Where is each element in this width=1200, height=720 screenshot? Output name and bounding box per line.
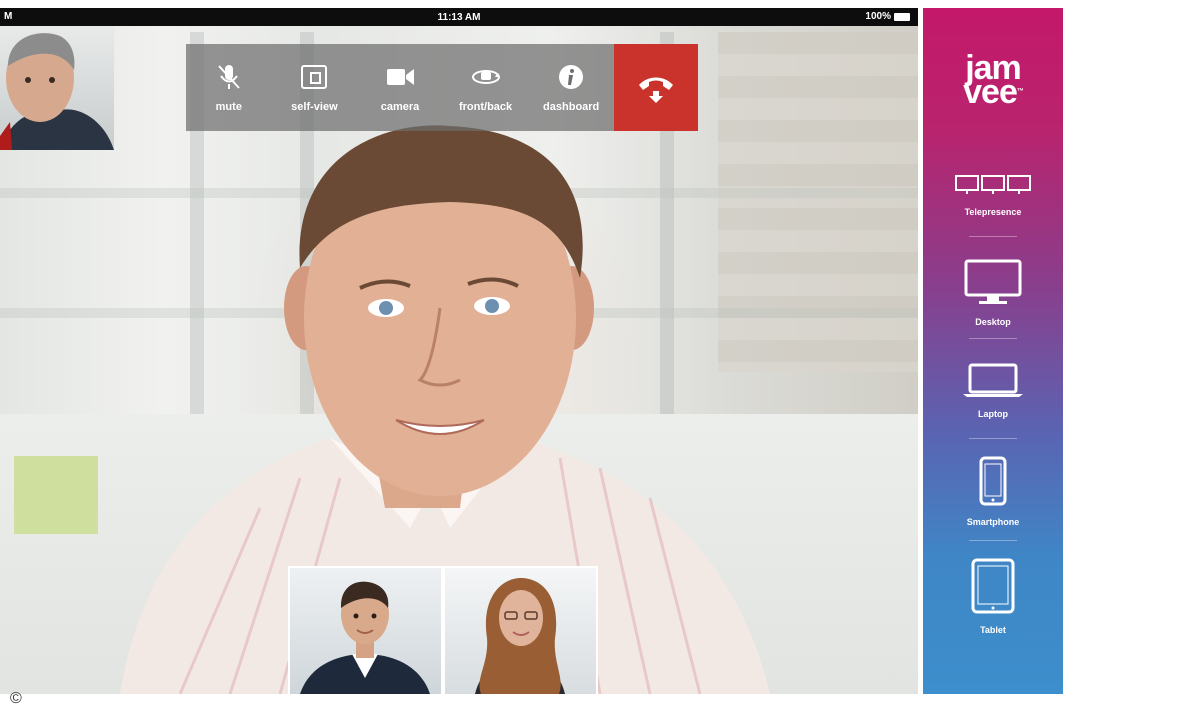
telepresence-icon xyxy=(955,175,1031,194)
self-view-label: self-view xyxy=(291,100,338,113)
device-smartphone[interactable]: Smartphone xyxy=(923,456,1063,530)
front-back-button[interactable]: front/back xyxy=(443,44,529,131)
mute-button[interactable]: mute xyxy=(186,44,272,131)
participant-strip xyxy=(288,566,598,694)
participant-video xyxy=(300,581,430,694)
device-label: Tablet xyxy=(980,625,1006,635)
status-time: 11:13 AM xyxy=(437,11,481,23)
status-bar: M 11:13 AM 100% xyxy=(0,8,918,26)
video-camera-icon xyxy=(386,68,414,85)
info-icon xyxy=(559,64,584,89)
logo-trademark: ™ xyxy=(1016,88,1024,95)
self-view-button[interactable]: self-view xyxy=(272,44,358,131)
sidebar-divider xyxy=(969,438,1017,439)
smartphone-icon xyxy=(979,456,1007,506)
device-desktop[interactable]: Desktop xyxy=(923,258,1063,330)
sidebar-divider xyxy=(969,540,1017,541)
remote-participant-thumbnail[interactable] xyxy=(0,26,114,150)
mute-label: mute xyxy=(215,100,242,113)
jamvee-sidebar: jam vee™ Telepresence Desktop Laptop Sma… xyxy=(923,8,1063,694)
sidebar-divider xyxy=(969,236,1017,237)
participant-thumbnail[interactable] xyxy=(290,568,441,694)
status-battery: 100% xyxy=(865,11,910,22)
battery-percent: 100% xyxy=(865,11,891,22)
video-call-screen: mute self-view camera front/back dashboa… xyxy=(0,8,918,694)
participant-video xyxy=(475,578,565,694)
camera-rotate-icon xyxy=(471,69,500,84)
sidebar-divider xyxy=(969,338,1017,339)
camera-button[interactable]: camera xyxy=(357,44,443,131)
mute-mic-icon xyxy=(218,64,240,89)
call-toolbar: mute self-view camera front/back dashboa… xyxy=(186,44,698,131)
copyright-symbol: © xyxy=(10,690,22,707)
jamvee-logo: jam vee™ xyxy=(923,51,1063,109)
device-label: Desktop xyxy=(975,317,1011,327)
dashboard-label: dashboard xyxy=(543,100,600,113)
front-back-label: front/back xyxy=(458,100,513,113)
camera-label: camera xyxy=(380,100,420,113)
self-view-icon xyxy=(301,64,328,89)
desktop-icon xyxy=(964,259,1022,304)
tablet-icon xyxy=(971,558,1015,614)
battery-icon xyxy=(894,12,910,21)
device-tablet[interactable]: Tablet xyxy=(923,558,1063,638)
dashboard-button[interactable]: dashboard xyxy=(528,44,614,131)
device-label: Laptop xyxy=(978,409,1008,419)
device-telepresence[interactable]: Telepresence xyxy=(923,174,1063,220)
laptop-icon xyxy=(963,363,1023,397)
device-label: Smartphone xyxy=(966,517,1020,527)
logo-vee-text: vee xyxy=(963,73,1018,111)
device-label: Telepresence xyxy=(964,207,1022,217)
participant-video xyxy=(0,33,114,150)
end-call-button[interactable] xyxy=(613,44,698,131)
status-left-text: M xyxy=(4,11,13,22)
hang-up-phone-icon xyxy=(638,77,673,103)
device-laptop[interactable]: Laptop xyxy=(923,362,1063,422)
participant-thumbnail[interactable] xyxy=(445,568,596,694)
